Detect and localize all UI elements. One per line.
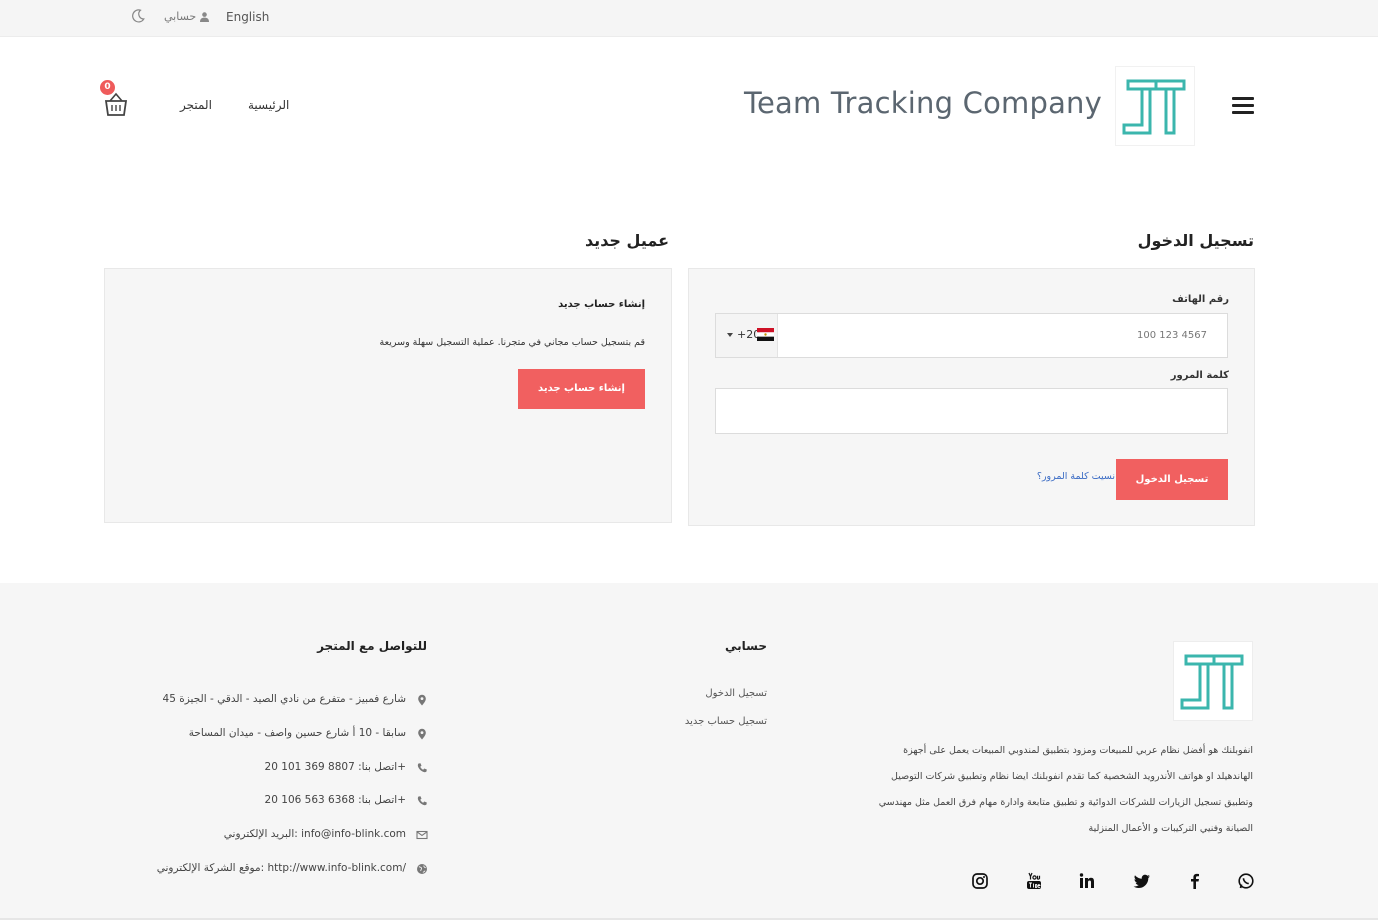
brand-logo[interactable] [1115,66,1195,146]
phone-icon [417,763,427,773]
phone-placeholder: 100 123 4567 [1137,330,1207,341]
youtube-icon[interactable] [1025,872,1043,890]
site-header: Team Tracking Company الرئيسية المتجر 0 [0,37,1378,177]
footer-about-text: انفوبلنك هو أفضل نظام عربي للمبيعات ومزو… [878,745,1253,834]
contact-address-1: 45 شارع فمبيز - متفرع من نادي الصيد - ال… [162,693,406,705]
twitter-icon[interactable] [1133,872,1151,890]
linkedin-icon[interactable] [1078,872,1096,890]
create-account-button[interactable]: إنشاء حساب جديد [518,369,645,409]
footer-contact-heading: للتواصل مع المتجر [317,639,427,653]
logo-mark-icon [1122,79,1186,135]
envelope-icon [416,830,428,840]
cart-count-badge: 0 [100,80,115,95]
contact-website[interactable]: موقع الشركة الإلكتروني: http://www.info-… [106,862,406,874]
footer-account-heading: حسابي [724,639,767,653]
nav-home[interactable]: الرئيسية [248,98,289,112]
logo-mark-icon [1180,654,1244,710]
phone-input[interactable]: 100 123 4567 +20 [715,313,1228,358]
login-button[interactable]: تسجيل الدخول [1116,459,1228,500]
facebook-icon[interactable] [1186,872,1204,890]
whatsapp-icon[interactable] [1237,872,1255,890]
contact-phone-2[interactable]: اتصل بنا: 6368 563 106 20+ [106,794,406,806]
login-heading: تسجيل الدخول [1137,231,1254,250]
moon-icon[interactable] [130,8,146,24]
nav-store[interactable]: المتجر [180,98,212,112]
top-bar: English حسابي [0,0,1378,37]
location-icon [418,694,426,706]
footer-register-link[interactable]: تسجيل حساب جديد [647,716,767,727]
new-customer-heading: عميل جديد [584,231,669,250]
contact-address-2: سابقا - 10 أ شارع حسين واصف - ميدان المس… [188,727,406,739]
language-switch[interactable]: English [226,10,269,24]
brand-name[interactable]: Team Tracking Company [700,86,1102,120]
footer-login-link[interactable]: تسجيل الدخول [647,688,767,699]
globe-icon [417,864,427,874]
country-code-select[interactable]: +20 [716,314,778,357]
password-input[interactable] [715,388,1228,434]
site-footer: انفوبلنك هو أفضل نظام عربي للمبيعات ومزو… [0,583,1378,920]
phone-icon [417,796,427,806]
contact-email[interactable]: البريد الإلكتروني: info@info-blink.com [106,828,406,840]
egypt-flag-icon [757,328,774,341]
forgot-password-link[interactable]: نسيت كلمة المرور؟ [1000,471,1115,482]
new-account-title: إنشاء حساب جديد [558,299,645,310]
contact-phone-1[interactable]: اتصل بنا: 8807 369 101 20+ [106,761,406,773]
footer-logo[interactable] [1173,641,1253,721]
account-label: حسابي [164,10,197,23]
location-icon [418,728,426,740]
instagram-icon[interactable] [971,872,989,890]
password-label: كلمة المرور [1170,370,1229,381]
new-account-description: قم بتسجيل حساب مجاني في متجرنا. عملية ال… [379,337,645,348]
chevron-down-icon [727,333,733,337]
phone-label: رقم الهاتف [1172,294,1229,305]
menu-icon[interactable] [1232,97,1254,115]
user-icon [200,11,210,22]
account-link[interactable]: حسابي [164,10,210,23]
